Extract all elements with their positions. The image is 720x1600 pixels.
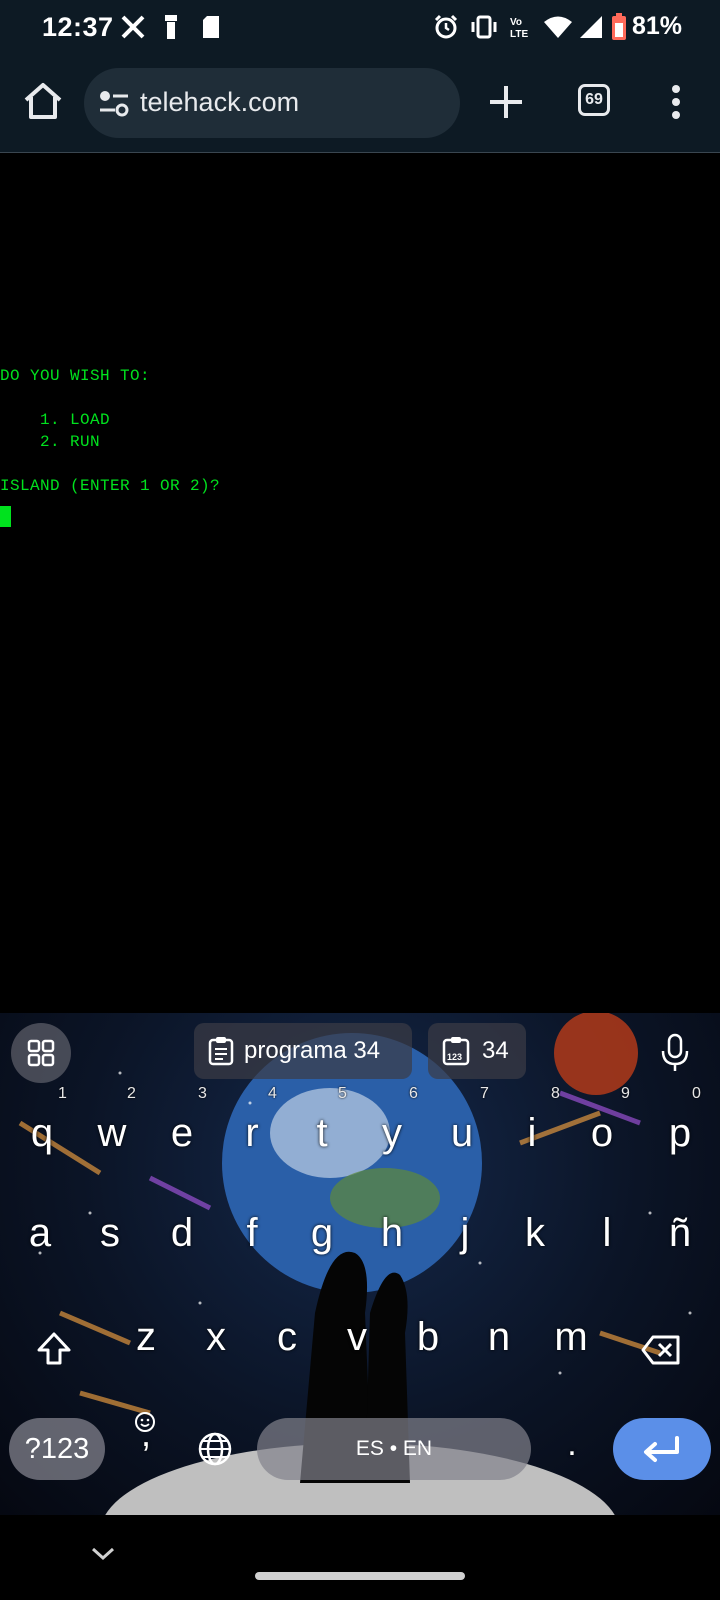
alarm-icon <box>434 14 458 39</box>
home-icon[interactable] <box>22 80 64 122</box>
symbols-key[interactable]: ?123 <box>9 1418 105 1480</box>
url-text[interactable]: telehack.com <box>140 87 299 118</box>
space-key[interactable]: ES • EN <box>257 1418 531 1480</box>
x-icon <box>121 15 145 39</box>
backspace-icon[interactable] <box>641 1335 681 1365</box>
clipboard-number-suggestion[interactable]: 123 34 <box>428 1023 526 1079</box>
key-i[interactable]: i <box>499 1111 565 1156</box>
terminal-line: 2. RUN <box>0 433 101 451</box>
key-r[interactable]: r <box>219 1111 285 1156</box>
terminal-cursor <box>0 506 11 527</box>
key-hint-7: 7 <box>480 1085 489 1102</box>
address-bar[interactable]: telehack.com <box>84 68 460 138</box>
key-a[interactable]: a <box>7 1211 73 1256</box>
vibrate-icon <box>471 15 497 39</box>
globe-icon[interactable] <box>197 1431 233 1467</box>
mic-icon[interactable] <box>660 1033 690 1073</box>
key-k[interactable]: k <box>502 1211 568 1256</box>
svg-text:LTE: LTE <box>510 29 528 40</box>
terminal-line: 1. LOAD <box>0 411 111 429</box>
key-hint-3: 3 <box>198 1085 207 1102</box>
key-n-tilde[interactable]: ñ <box>647 1211 713 1256</box>
status-time: 12:37 <box>42 12 114 42</box>
key-x[interactable]: x <box>183 1315 249 1360</box>
key-g[interactable]: g <box>289 1211 355 1256</box>
clipboard-suggestion[interactable]: programa 34 <box>194 1023 412 1079</box>
key-h[interactable]: h <box>359 1211 425 1256</box>
key-z[interactable]: z <box>113 1315 179 1360</box>
on-screen-keyboard: programa 34 123 34 q w e r t y u i o p 1… <box>0 1013 720 1515</box>
key-l[interactable]: l <box>574 1211 640 1256</box>
battery-percentage: 81% <box>632 12 683 40</box>
key-f[interactable]: f <box>219 1211 285 1256</box>
browser-toolbar: telehack.com 69 <box>0 56 720 153</box>
battery-icon <box>612 13 626 40</box>
key-p[interactable]: p <box>647 1111 713 1156</box>
key-hint-9: 9 <box>621 1085 630 1102</box>
key-hint-2: 2 <box>127 1085 136 1102</box>
more-menu-icon[interactable] <box>660 82 692 122</box>
status-bar: 12:37 Vo LTE 81% <box>0 0 720 56</box>
svg-text:123: 123 <box>447 1052 462 1062</box>
key-t[interactable]: t <box>289 1111 355 1156</box>
key-q[interactable]: q <box>9 1111 75 1156</box>
terminal-line: ISLAND (ENTER 1 OR 2)? <box>0 477 221 495</box>
new-tab-icon[interactable] <box>486 82 526 122</box>
key-e[interactable]: e <box>149 1111 215 1156</box>
site-settings-icon[interactable] <box>98 88 130 118</box>
terminal-line: DO YOU WISH TO: <box>0 367 151 385</box>
flashlight-icon <box>165 15 177 39</box>
emoji-icon <box>135 1412 155 1432</box>
tab-switcher-button[interactable]: 69 <box>578 84 610 116</box>
sd-card-icon <box>203 16 219 38</box>
key-w[interactable]: w <box>79 1111 145 1156</box>
enter-icon <box>644 1436 679 1462</box>
key-hint-5: 5 <box>338 1085 347 1102</box>
shift-icon[interactable] <box>36 1331 72 1367</box>
key-c[interactable]: c <box>254 1315 320 1360</box>
key-hint-1: 1 <box>58 1085 67 1102</box>
key-hint-4: 4 <box>268 1085 277 1102</box>
clipboard-suggestion-text: programa 34 <box>244 1037 381 1064</box>
keyboard-menu-button[interactable] <box>11 1023 71 1083</box>
key-v[interactable]: v <box>324 1315 390 1360</box>
key-hint-8: 8 <box>551 1085 560 1102</box>
clipboard-number-icon: 123 <box>442 1037 470 1066</box>
clipboard-number-text: 34 <box>482 1037 509 1064</box>
key-hint-6: 6 <box>409 1085 418 1102</box>
chevron-down-icon[interactable] <box>90 1545 116 1563</box>
key-u[interactable]: u <box>429 1111 495 1156</box>
grid-icon <box>27 1039 55 1067</box>
key-d[interactable]: d <box>149 1211 215 1256</box>
clipboard-icon <box>208 1037 234 1066</box>
key-s[interactable]: s <box>77 1211 143 1256</box>
wifi-icon <box>544 16 572 38</box>
terminal-screen[interactable]: DO YOU WISH TO: 1. LOAD 2. RUN ISLAND (E… <box>0 153 720 1013</box>
signal-icon <box>580 16 602 38</box>
enter-key[interactable] <box>613 1418 711 1480</box>
key-hint-0: 0 <box>692 1085 701 1102</box>
svg-text:Vo: Vo <box>510 17 522 28</box>
key-j[interactable]: j <box>432 1211 498 1256</box>
volte-icon: Vo LTE <box>510 17 528 40</box>
key-m[interactable]: m <box>538 1315 604 1360</box>
system-nav-bar <box>0 1515 720 1600</box>
home-gesture-handle[interactable] <box>255 1572 465 1580</box>
key-b[interactable]: b <box>395 1315 461 1360</box>
key-o[interactable]: o <box>569 1111 635 1156</box>
key-period[interactable]: . <box>539 1425 605 1464</box>
key-n[interactable]: n <box>466 1315 532 1360</box>
key-y[interactable]: y <box>359 1111 425 1156</box>
